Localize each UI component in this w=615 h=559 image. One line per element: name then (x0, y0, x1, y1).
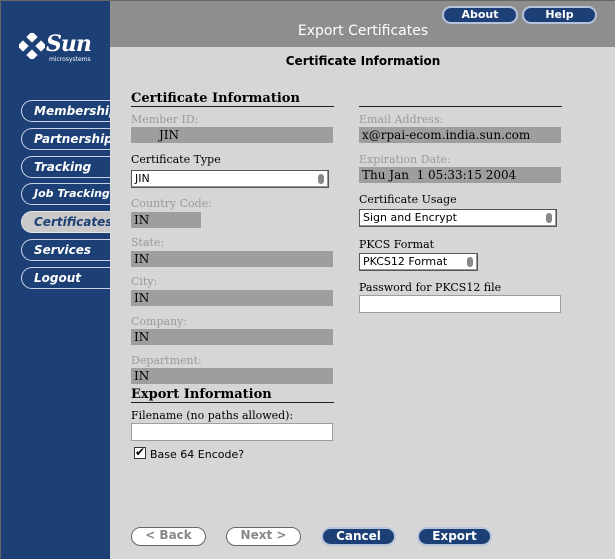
sidebar-item-logout[interactable]: Logout (21, 267, 115, 289)
page-title: Export Certificates (297, 23, 429, 39)
department-label: Department: (131, 354, 202, 367)
app-window: Sun microsystems Membership Partnership … (0, 0, 615, 559)
pkcs-select[interactable]: PKCS12 Format (359, 253, 478, 271)
checkmark-icon: ✔ (135, 445, 146, 459)
cert-type-value: JIN (135, 172, 150, 185)
dropdown-knob-icon (467, 257, 473, 267)
country-value: IN (131, 212, 201, 228)
cert-type-label: Certificate Type (131, 153, 221, 166)
sidebar-item-services[interactable]: Services (21, 239, 115, 261)
right-column-rule (359, 106, 562, 107)
content-pane: Certificate Information Certificate Info… (110, 47, 615, 559)
cancel-button[interactable]: Cancel (321, 527, 396, 546)
brand-name: Sun (46, 31, 92, 57)
password-label: Password for PKCS12 file (359, 281, 502, 294)
brand-tagline: microsystems (49, 56, 91, 63)
usage-label: Certificate Usage (359, 193, 457, 206)
city-value: IN (131, 290, 333, 306)
email-value: x@rpai-ecom.india.sun.com (359, 127, 561, 143)
next-button[interactable]: Next > (226, 527, 301, 546)
email-label: Email Address: (359, 113, 444, 126)
expiration-label: Expiration Date: (359, 153, 451, 166)
sidebar-item-partnership[interactable]: Partnership (21, 128, 115, 150)
company-value: IN (131, 329, 333, 345)
usage-value: Sign and Encrypt (363, 211, 457, 224)
sidebar-item-job-tracking[interactable]: Job Tracking (21, 183, 115, 205)
dropdown-knob-icon (546, 213, 552, 223)
pkcs-value: PKCS12 Format (363, 255, 448, 268)
password-input[interactable] (359, 295, 561, 313)
sidebar-item-tracking[interactable]: Tracking (21, 156, 115, 178)
state-label: State: (131, 236, 165, 249)
sun-logo-icon (19, 33, 45, 59)
export-section-heading: Export Information (131, 387, 272, 402)
filename-input[interactable] (131, 423, 333, 441)
country-label: Country Code: (131, 197, 212, 210)
member-id-value: JIN (131, 127, 333, 143)
sidebar-item-membership[interactable]: Membership (21, 100, 118, 122)
base64-checkbox[interactable]: ✔ (134, 445, 146, 459)
state-value: IN (131, 251, 333, 267)
dropdown-knob-icon (318, 174, 324, 184)
base64-label: Base 64 Encode? (150, 448, 245, 461)
pane-title: Certificate Information (285, 54, 441, 68)
member-id-label: Member ID: (131, 113, 199, 126)
sidebar-item-certificates[interactable]: Certificates (21, 211, 115, 233)
top-bar: About Help Export Certificates (110, 1, 615, 47)
filename-label: Filename (no paths allowed): (131, 409, 294, 422)
sun-logo: Sun microsystems (19, 29, 99, 69)
back-button[interactable]: < Back (131, 527, 206, 546)
cert-section-rule (131, 106, 334, 107)
expiration-value: Thu Jan 1 05:33:15 2004 (359, 167, 561, 183)
pkcs-label: PKCS Format (359, 238, 435, 251)
company-label: Company: (131, 315, 188, 328)
usage-select[interactable]: Sign and Encrypt (359, 209, 557, 227)
cert-type-select[interactable]: JIN (131, 170, 329, 188)
export-button[interactable]: Export (417, 527, 492, 546)
about-button[interactable]: About (442, 6, 518, 24)
export-section-rule (131, 402, 334, 403)
city-label: City: (131, 275, 158, 288)
help-button[interactable]: Help (522, 6, 597, 24)
left-sidebar: Sun microsystems Membership Partnership … (1, 1, 118, 559)
department-value: IN (131, 368, 333, 384)
cert-section-heading: Certificate Information (131, 91, 300, 106)
